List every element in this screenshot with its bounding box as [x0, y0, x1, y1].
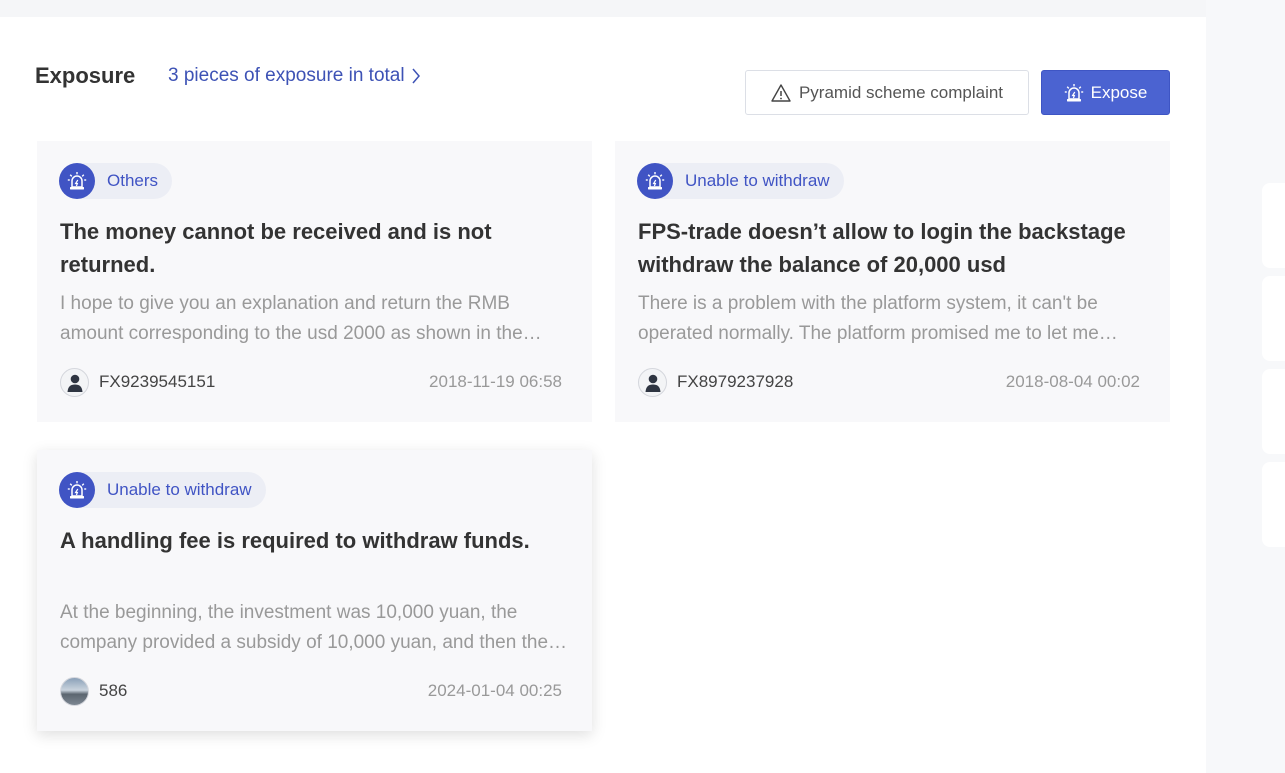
alarm-siren-icon — [59, 163, 95, 199]
category-label: Unable to withdraw — [107, 480, 252, 499]
total-exposure-label: 3 pieces of exposure in total — [168, 65, 405, 86]
card-description: At the beginning, the investment was 10,… — [60, 602, 549, 653]
default-user-icon — [60, 367, 89, 397]
card-footer: FX9239545151 2018-11-19 06:58 — [60, 367, 562, 397]
expose-label: Expose — [1090, 82, 1148, 102]
side-tab[interactable] — [1262, 276, 1285, 361]
alarm-siren-icon — [59, 472, 95, 508]
alarm-siren-icon — [1064, 83, 1083, 101]
side-tab[interactable] — [1262, 369, 1285, 454]
card-title: A handling fee is required to withdraw f… — [60, 528, 530, 553]
default-user-icon — [638, 367, 667, 397]
total-exposure-link[interactable]: 3 pieces of exposure in total — [168, 65, 421, 87]
card-description: I hope to give you an explanation and re… — [60, 293, 523, 344]
author-name: FX9239545151 — [99, 372, 216, 391]
card-footer: 586 2024-01-04 00:25 — [60, 676, 562, 706]
expose-button[interactable]: Expose — [1041, 70, 1170, 115]
card-footer: FX8979237928 2018-08-04 00:02 — [638, 367, 1140, 397]
chevron-right-icon — [412, 68, 420, 84]
post-date: 2018-08-04 00:02 — [1005, 372, 1140, 391]
author-name: 586 — [99, 681, 128, 700]
card-title: FPS-trade doesn’t allow to login the bac… — [638, 219, 1126, 277]
category-badge: Unable to withdraw — [637, 163, 844, 199]
category-label: Unable to withdraw — [685, 171, 830, 190]
card-description: There is a problem with the platform sys… — [638, 293, 1099, 344]
category-badge: Unable to withdraw — [59, 472, 266, 508]
category-badge: Others — [59, 163, 173, 199]
warning-icon — [771, 83, 791, 102]
photo-avatar — [60, 676, 89, 706]
category-label: Others — [107, 171, 159, 190]
exposure-card[interactable]: Others The money cannot be received and … — [37, 141, 592, 422]
pyramid-complaint-button[interactable]: Pyramid scheme complaint — [745, 70, 1029, 115]
exposure-card[interactable]: Unable to withdraw FPS-trade doesn’t all… — [615, 141, 1170, 422]
exposure-card[interactable]: Unable to withdraw A handling fee is req… — [37, 450, 592, 731]
side-tab[interactable] — [1262, 183, 1285, 268]
alarm-siren-icon — [637, 163, 673, 199]
exposure-header: Exposure 3 pieces of exposure in total P… — [35, 53, 1170, 115]
post-date: 2018-11-19 06:58 — [429, 372, 562, 391]
side-tab[interactable] — [1262, 462, 1285, 547]
card-title: The money cannot be received and is not … — [60, 219, 492, 277]
author-name: FX8979237928 — [677, 372, 794, 391]
pyramid-complaint-label: Pyramid scheme complaint — [798, 82, 1004, 102]
page-title: Exposure — [35, 63, 136, 88]
post-date: 2024-01-04 00:25 — [427, 681, 562, 700]
